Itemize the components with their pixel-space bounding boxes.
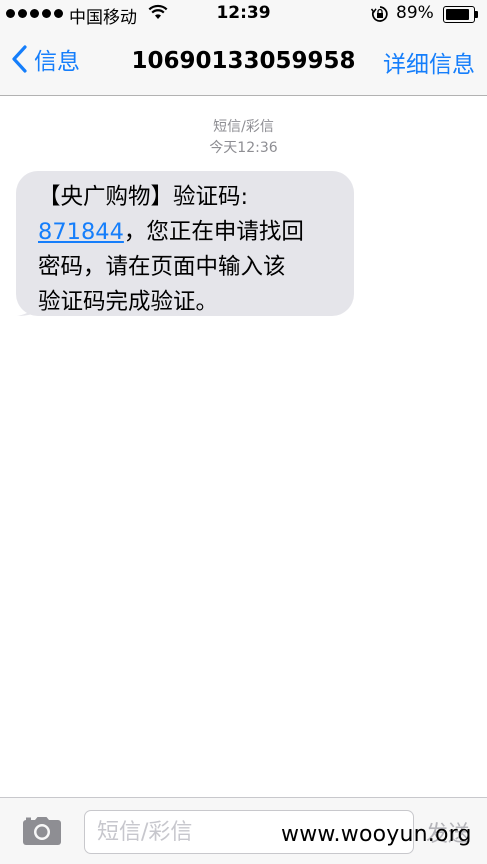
message-type-label: 短信/彩信 bbox=[213, 119, 274, 135]
verification-code-link[interactable]: 871844 bbox=[38, 219, 124, 245]
back-button[interactable]: 信息 bbox=[10, 42, 80, 76]
camera-button[interactable] bbox=[22, 816, 62, 850]
details-button[interactable]: 详细信息 bbox=[383, 45, 475, 79]
rotation-lock-icon bbox=[370, 5, 390, 28]
navigation-bar: 信息 10690133059958 详细信息 bbox=[0, 28, 487, 96]
message-line-2: 871844，您正在申请找回 bbox=[38, 215, 340, 250]
camera-icon bbox=[23, 817, 61, 845]
chevron-left-icon bbox=[12, 45, 27, 73]
status-bar: 中国移动 12:39 89% bbox=[0, 0, 487, 28]
message-line-2-text: ，您正在申请找回 bbox=[123, 219, 304, 245]
message-line-3: 密码，请在页面中输入该 bbox=[38, 254, 286, 280]
message-line-4: 验证码完成验证。 bbox=[38, 289, 219, 315]
message-line-1: 【央广购物】验证码: bbox=[38, 184, 249, 210]
battery-percent: 89% bbox=[396, 3, 434, 23]
message-timestamp: 今天12:36 bbox=[209, 140, 278, 156]
battery-icon bbox=[443, 6, 479, 23]
watermark: www.wooyun.org bbox=[281, 822, 472, 847]
message-bubble[interactable]: 【央广购物】验证码: 871844，您正在申请找回 密码，请在页面中输入该 验证… bbox=[16, 171, 354, 316]
message-body: 【央广购物】验证码: 871844，您正在申请找回 密码，请在页面中输入该 验证… bbox=[16, 171, 354, 316]
back-button-label: 信息 bbox=[34, 49, 80, 75]
